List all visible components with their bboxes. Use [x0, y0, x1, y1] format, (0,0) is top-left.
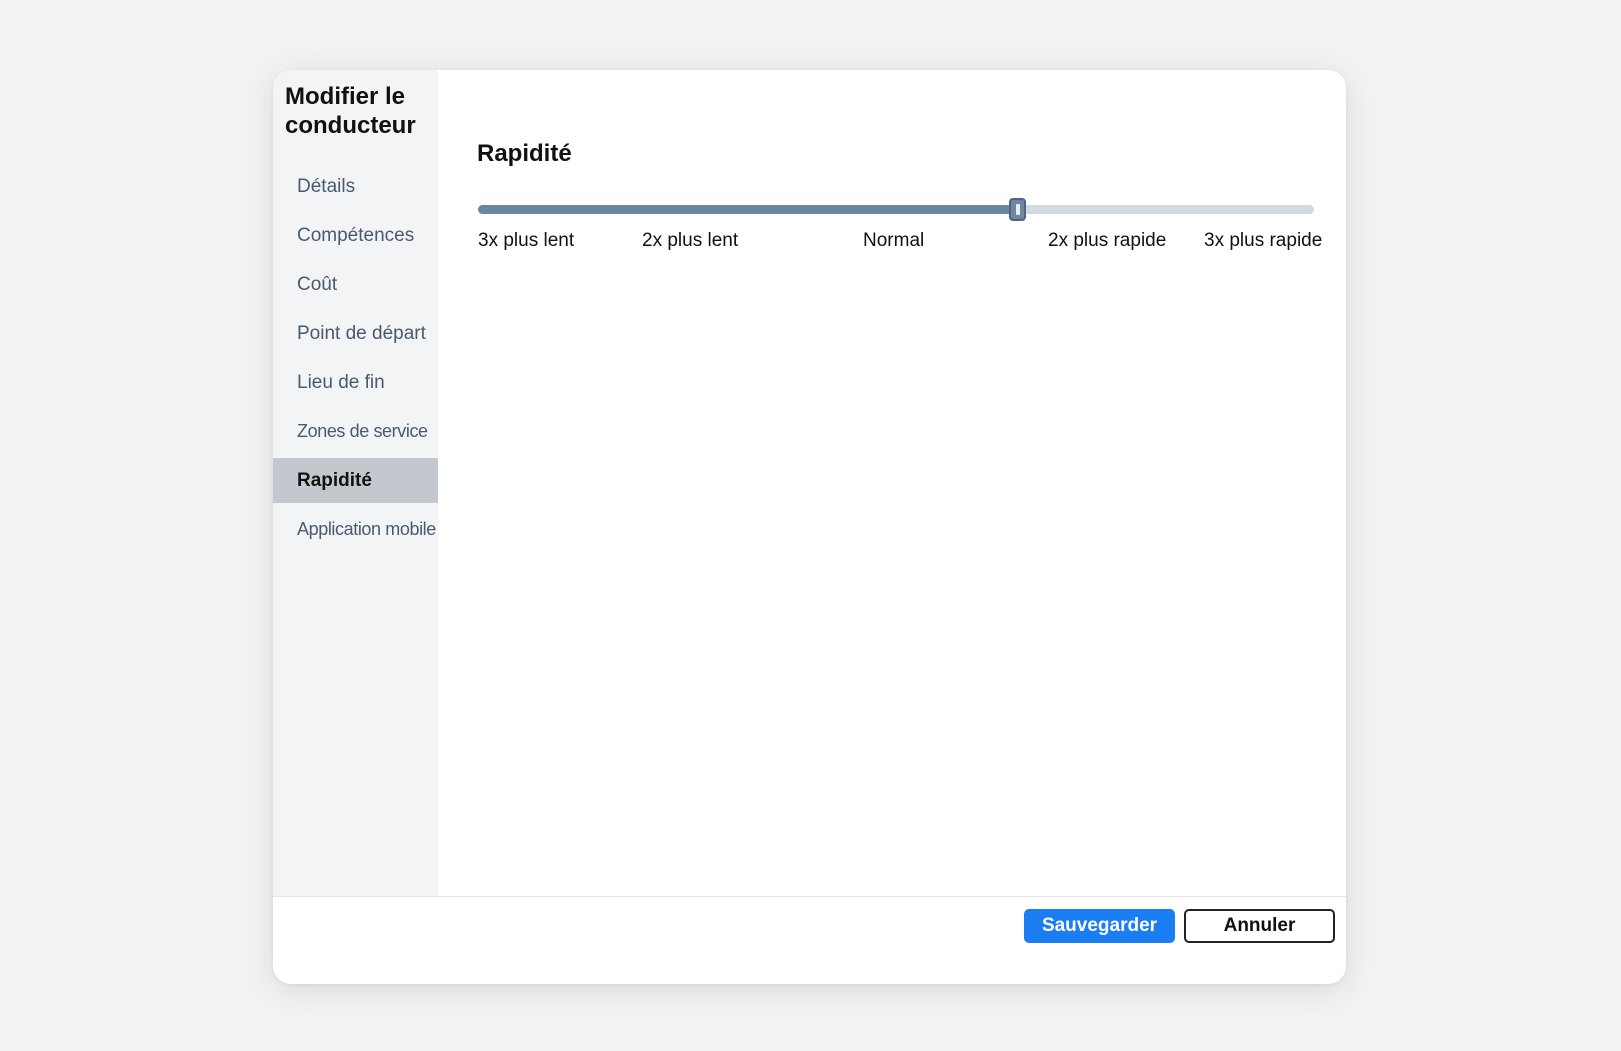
speed-slider[interactable]: [478, 196, 1314, 222]
slider-fill: [478, 205, 1017, 214]
sidebar-item-details[interactable]: Détails: [273, 164, 438, 209]
sidebar-item-cost[interactable]: Coût: [273, 262, 438, 307]
sidebar-item-service-zones[interactable]: Zones de service: [273, 409, 438, 454]
dialog-footer: Sauvegarder Annuler: [273, 896, 1346, 984]
sidebar-item-start-point[interactable]: Point de départ: [273, 311, 438, 356]
edit-driver-dialog: Modifier le conducteur Détails Compétenc…: [273, 70, 1346, 984]
sidebar-item-skills[interactable]: Compétences: [273, 213, 438, 258]
section-title: Rapidité: [477, 140, 572, 167]
save-button[interactable]: Sauvegarder: [1024, 909, 1175, 943]
main-content: Rapidité 3x plus lent 2x plus lent Norma…: [438, 70, 1346, 896]
slider-label-normal: Normal: [863, 230, 925, 251]
sidebar: Modifier le conducteur Détails Compétenc…: [273, 70, 438, 896]
sidebar-nav: Détails Compétences Coût Point de départ…: [273, 164, 438, 556]
sidebar-item-end-location[interactable]: Lieu de fin: [273, 360, 438, 405]
sidebar-item-mobile-app[interactable]: Application mobile: [273, 507, 438, 552]
sidebar-item-speed[interactable]: Rapidité: [273, 458, 438, 503]
slider-label-2x-slower: 2x plus lent: [642, 230, 739, 251]
cancel-button[interactable]: Annuler: [1184, 909, 1335, 943]
slider-thumb[interactable]: [1009, 198, 1026, 221]
dialog-title: Modifier le conducteur: [285, 83, 416, 139]
slider-label-3x-faster: 3x plus rapide: [1204, 230, 1323, 251]
slider-label-3x-slower: 3x plus lent: [478, 230, 575, 251]
slider-label-2x-faster: 2x plus rapide: [1048, 230, 1167, 251]
